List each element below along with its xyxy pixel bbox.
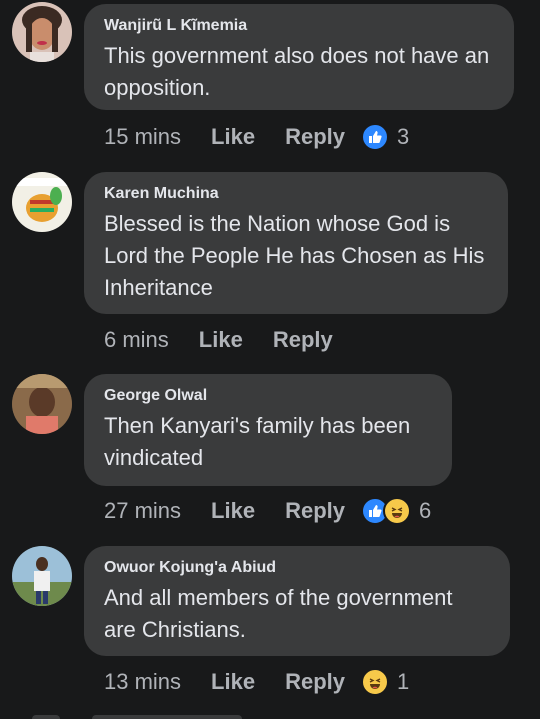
comment-text: And all members of the government are Ch… [104, 585, 453, 642]
comment-text: Blessed is the Nation whose God is Lord … [104, 211, 485, 300]
reaction-count: 6 [419, 498, 432, 523]
like-button[interactable]: Like [211, 669, 255, 695]
comment-bubble: Owuor Kojung'a Abiud And all members of … [84, 546, 510, 656]
reaction-summary[interactable]: 3 [361, 123, 409, 151]
avatar[interactable] [12, 172, 72, 232]
comment-text: Then Kanyari's family has been vindicate… [104, 413, 411, 470]
haha-icon [361, 668, 389, 696]
comment-actions: 6 mins Like Reply [104, 325, 363, 355]
reaction-count: 1 [397, 669, 410, 694]
comment-author[interactable]: Karen Muchina [104, 184, 488, 204]
haha-icon [383, 497, 411, 525]
comment-timestamp[interactable]: 6 mins [104, 327, 169, 353]
reply-button[interactable]: Reply [273, 327, 333, 353]
comment-author[interactable]: Owuor Kojung'a Abiud [104, 558, 490, 578]
reply-button[interactable]: Reply [285, 669, 345, 695]
reaction-summary[interactable]: 1 [361, 668, 409, 696]
comment-author[interactable]: George Olwal [104, 386, 432, 406]
comment-author[interactable]: Wanjirũ L Kĩmemia [104, 16, 494, 36]
like-button[interactable]: Like [211, 498, 255, 524]
reaction-count: 3 [397, 124, 410, 149]
comment-actions: 13 mins Like Reply 1 [104, 667, 409, 697]
comment-text: This government also does not have an op… [104, 43, 490, 100]
avatar[interactable] [12, 2, 72, 62]
reply-button[interactable]: Reply [285, 124, 345, 150]
next-comment-peek [0, 712, 540, 719]
reply-button[interactable]: Reply [285, 498, 345, 524]
comment-bubble: George Olwal Then Kanyari's family has b… [84, 374, 452, 486]
comment-actions: 27 mins Like Reply 6 [104, 496, 431, 526]
comment-timestamp[interactable]: 27 mins [104, 498, 181, 524]
like-icon [361, 123, 389, 151]
comment-bubble: Karen Muchina Blessed is the Nation whos… [84, 172, 508, 314]
comment-timestamp[interactable]: 15 mins [104, 124, 181, 150]
like-button[interactable]: Like [199, 327, 243, 353]
reaction-summary[interactable]: 6 [361, 497, 431, 525]
comment-bubble: Wanjirũ L Kĩmemia This government also d… [84, 4, 514, 110]
like-button[interactable]: Like [211, 124, 255, 150]
comment-actions: 15 mins Like Reply 3 [104, 122, 409, 152]
comment-timestamp[interactable]: 13 mins [104, 669, 181, 695]
avatar[interactable] [12, 546, 72, 606]
avatar[interactable] [12, 374, 72, 434]
